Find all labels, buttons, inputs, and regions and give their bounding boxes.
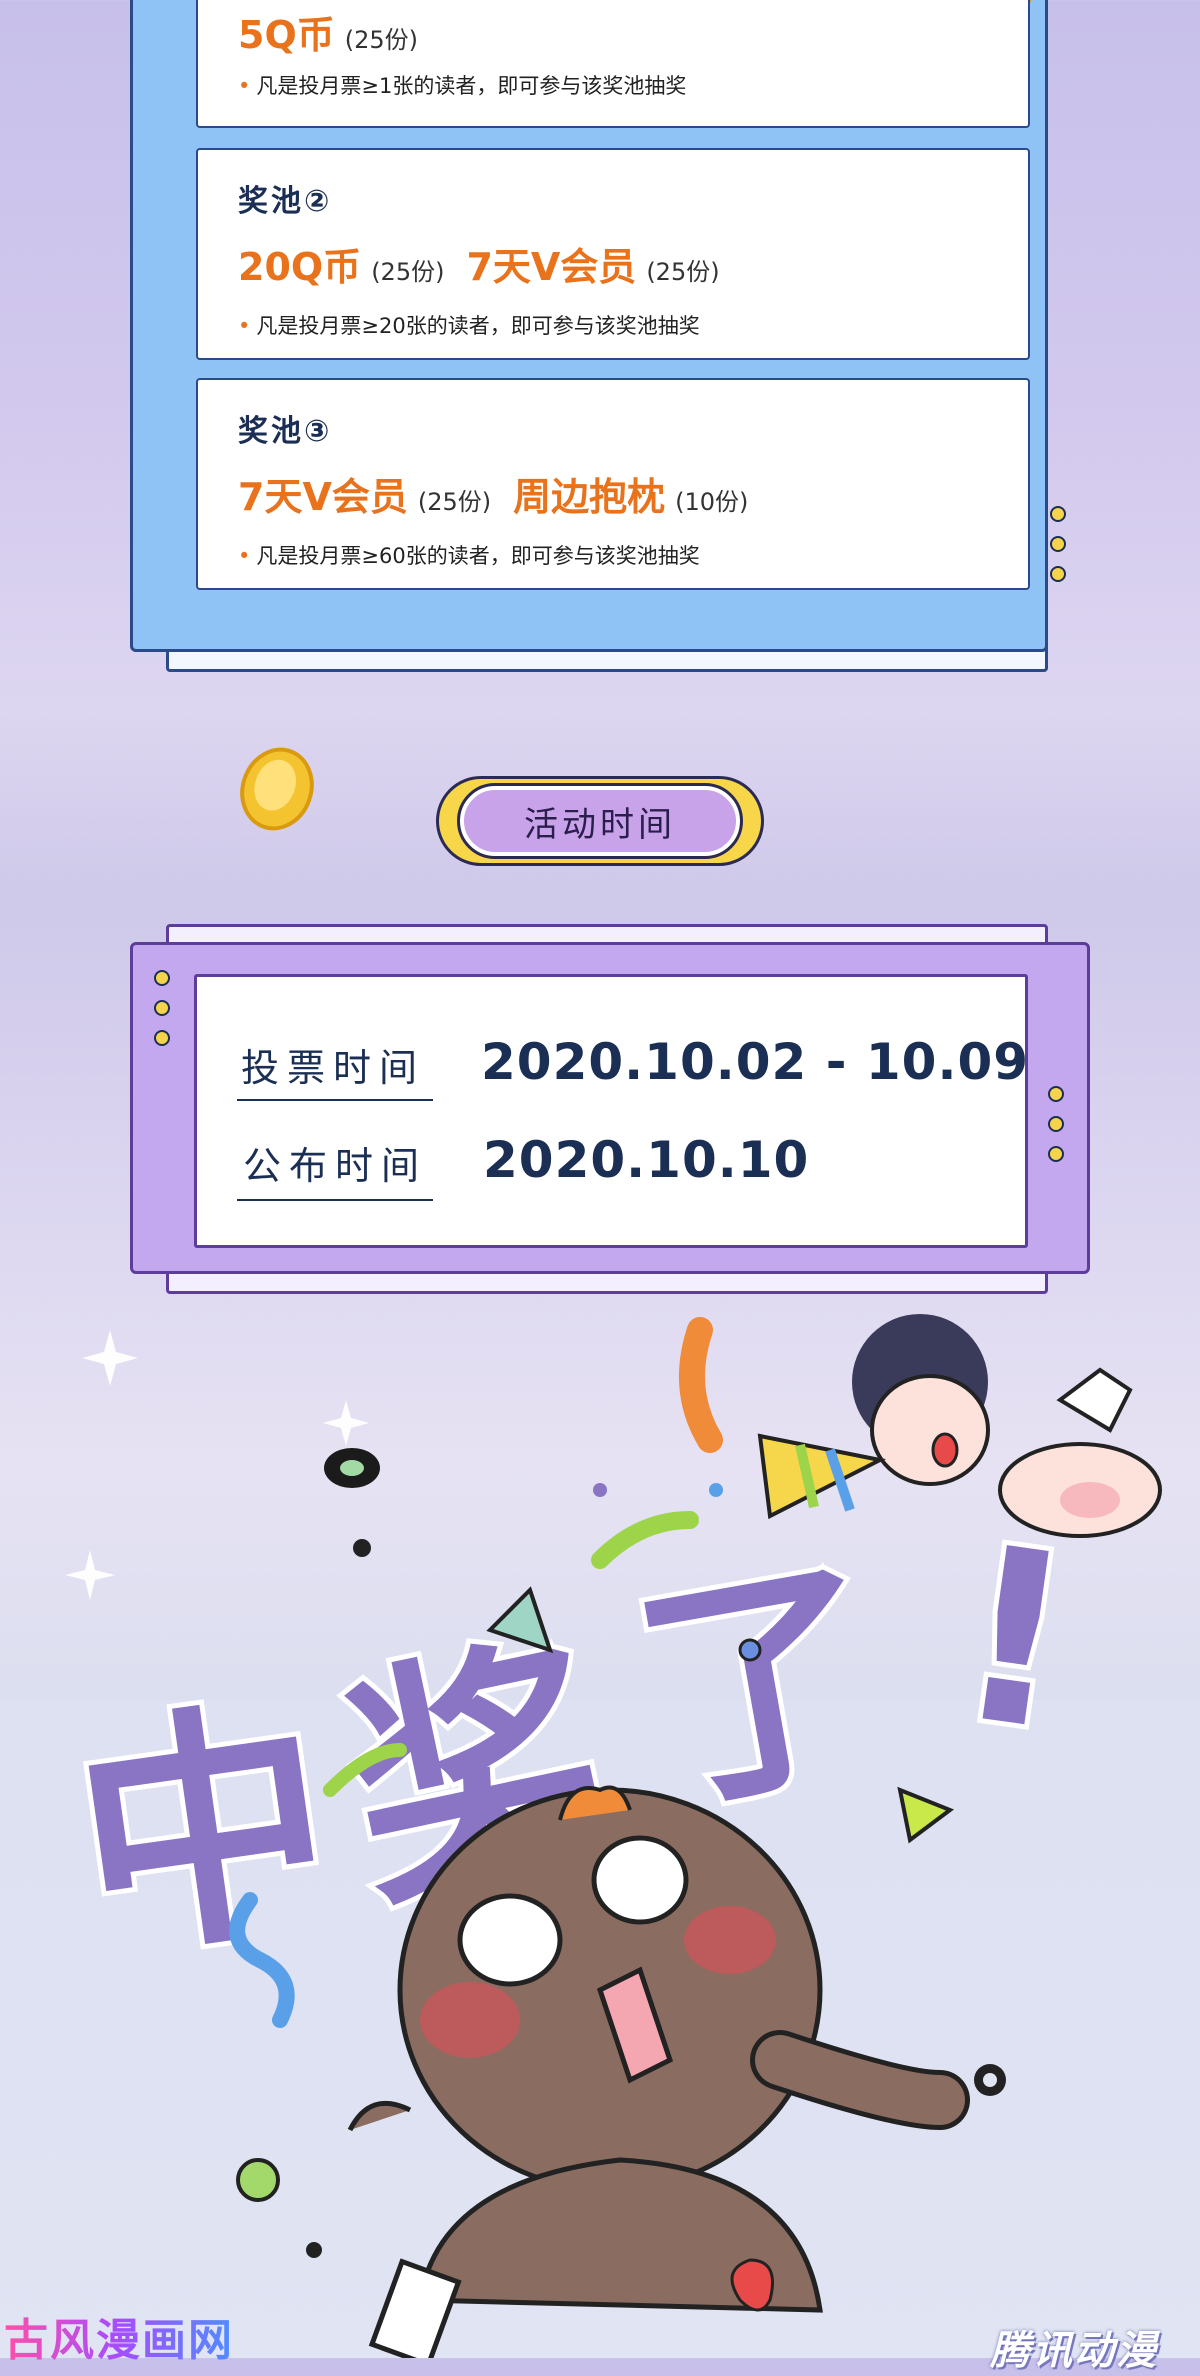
cupid-character [757,1314,1162,1538]
pool-2-note: • 凡是投月票≥20张的读者，即可参与该奖池抽奖 [238,310,700,340]
pool-note-text: 凡是投月票≥20张的读者，即可参与该奖池抽奖 [256,314,700,338]
prize-name: 周边抱枕 [513,475,666,519]
decorative-dots [154,970,172,1060]
prize-name: 5Q币 [238,13,335,57]
prize-qty: (10份) [675,488,749,516]
prize-qty: (25份) [344,26,419,54]
bullet-icon: • [238,74,251,98]
pool-title: 奖池② [238,184,333,219]
decorative-dots [1048,1086,1066,1176]
celebration-illustration: 中 奖 了 ! [0,1314,1200,2358]
prize-name: 20Q币 [238,245,362,289]
vote-time-value: 2020.10.02 - 10.09 [481,1033,1030,1091]
vote-time-label: 投票时间 [241,1046,426,1090]
pool-card-1: 5Q币 (25份) • 凡是投月票≥1张的读者，即可参与该奖池抽奖 [196,0,1030,128]
announce-time-value: 2020.10.10 [483,1131,810,1189]
pool-3-prizes: 7天V会员 (25份) 周边抱枕 (10份) [238,466,770,521]
prize-name: 7天V会员 [238,475,408,519]
pool-1-note: • 凡是投月票≥1张的读者，即可参与该奖池抽奖 [238,70,686,100]
pool-1-prizes: 5Q币 (25份) [238,4,440,59]
gold-coin-icon [240,747,314,831]
svg-text:中: 中 [60,1671,348,1994]
pool-note-text: 凡是投月票≥60张的读者，即可参与该奖池抽奖 [256,544,700,568]
pool-card-3: 奖池③ 7天V会员 (25份) 周边抱枕 (10份) • 凡是投月票≥60张的读者… [196,378,1030,590]
pool-card-2: 奖池② 20Q币 (25份) 7天V会员 (25份) • 凡是投月票≥20张的读者… [196,148,1030,360]
watermark-left: 古风漫画网 [4,2304,234,2368]
bullet-icon: • [238,544,251,568]
prize-qty: (25份) [646,258,720,286]
decorative-dots [1050,506,1068,596]
pool-2-prizes: 20Q币 (25份) 7天V会员 (25份) [238,236,742,291]
divider [237,1199,433,1201]
divider [237,1099,433,1101]
section-heading-activity-time: 活动时间 [457,783,743,859]
pool-note-text: 凡是投月票≥1张的读者，即可参与该奖池抽奖 [256,74,687,98]
pool-3-note: • 凡是投月票≥60张的读者，即可参与该奖池抽奖 [238,540,700,570]
prize-qty: (25份) [371,258,445,286]
watermark-right: 腾讯动漫 [990,2328,1158,2374]
prize-name: 7天V会员 [466,245,637,289]
activity-time-card: 投票时间 2020.10.02 - 10.09 公布时间 2020.10.10 [194,974,1028,1248]
prize-qty: (25份) [417,488,492,516]
bullet-icon: • [238,314,251,338]
announce-time-label: 公布时间 [243,1144,428,1188]
pool-title: 奖池③ [238,414,333,449]
